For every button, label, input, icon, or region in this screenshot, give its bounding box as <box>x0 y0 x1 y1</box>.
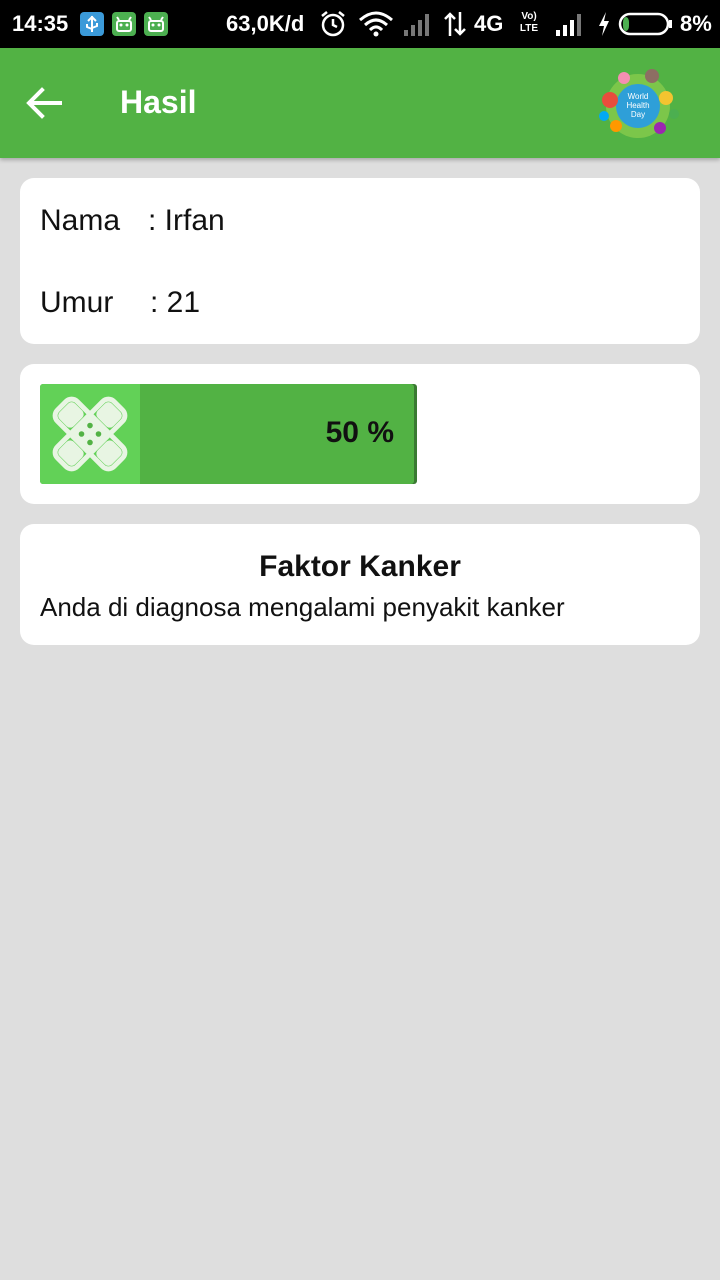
android-icon <box>112 12 136 36</box>
network-type: 4G <box>474 11 504 36</box>
logo-text-3: Day <box>631 110 645 119</box>
battery-percent: 8% <box>680 11 712 36</box>
patient-info-card: Nama : Irfan Umur : 21 <box>20 178 700 344</box>
progress-bar: 50 % <box>40 384 414 484</box>
result-title: Faktor Kanker <box>259 550 461 583</box>
age-label: Umur <box>40 286 114 319</box>
progress-card: 50 % <box>20 364 700 504</box>
age-value: : 21 <box>150 286 201 319</box>
logo-text-2: Health <box>626 101 649 110</box>
android-icon <box>144 12 168 36</box>
volte-bottom-text: LTE <box>519 23 539 34</box>
name-value: : Irfan <box>148 204 225 237</box>
wifi-icon <box>358 10 394 38</box>
logo-text-1: World <box>628 92 649 101</box>
signal-icon <box>554 10 586 38</box>
volte-icon: Vo) LTE <box>516 11 542 35</box>
page-title: Hasil <box>120 84 197 120</box>
back-button[interactable] <box>20 78 70 128</box>
progress-percent: 50 % <box>325 416 394 449</box>
name-label: Nama <box>40 204 121 237</box>
app-bar: Hasil World Health Day <box>0 48 720 158</box>
charging-icon <box>596 10 612 38</box>
arrow-left-icon <box>26 87 62 119</box>
result-description: Anda di diagnosa mengalami penyakit kank… <box>40 592 565 622</box>
result-card: Faktor Kanker Anda di diagnosa mengalami… <box>20 524 700 645</box>
alarm-icon <box>318 10 348 38</box>
network-speed: 63,0K/d <box>226 11 305 36</box>
status-time: 14:35 <box>12 11 69 36</box>
battery-icon <box>618 10 674 38</box>
bandage-icon <box>40 384 140 484</box>
data-arrows-icon <box>442 10 468 38</box>
signal-icon <box>402 10 434 38</box>
world-health-day-logo: World Health Day <box>590 60 686 146</box>
usb-icon <box>80 12 104 36</box>
status-bar: 14:35 63,0K/d 4G Vo) LTE 8% <box>0 0 720 48</box>
volte-top-text: Vo) <box>521 11 537 22</box>
